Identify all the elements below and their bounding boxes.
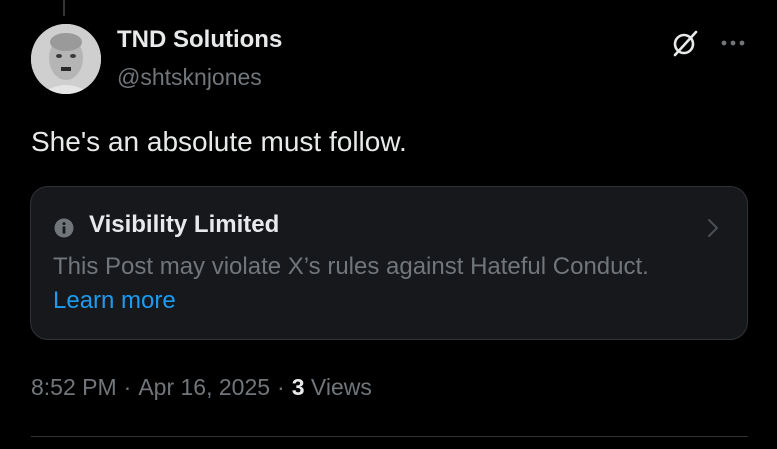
meta-separator: ·	[277, 374, 285, 400]
post-date[interactable]: Apr 16, 2025	[138, 374, 270, 400]
author-display-name[interactable]: TND Solutions	[117, 26, 282, 54]
thread-connector-line	[63, 0, 65, 16]
avatar-photo	[31, 24, 101, 94]
views-count: 3	[291, 374, 305, 400]
info-icon	[54, 218, 74, 238]
post-time[interactable]: 8:52 PM	[31, 374, 117, 400]
divider	[31, 436, 748, 437]
notice-title: Visibility Limited	[89, 211, 280, 238]
chevron-right-icon	[706, 217, 720, 239]
author-handle[interactable]: @shtsknjones	[117, 64, 262, 91]
meta-separator: ·	[123, 374, 132, 400]
avatar[interactable]	[31, 24, 101, 94]
more-icon[interactable]	[718, 30, 748, 56]
learn-more-link[interactable]: Learn more	[53, 287, 176, 315]
visibility-limited-notice[interactable]: Visibility Limited This Post may violate…	[30, 186, 748, 340]
post-text: She's an absolute must follow.	[31, 126, 407, 157]
notice-body: This Post may violate X’s rules against …	[53, 253, 649, 280]
post-metadata: 8:52 PM · Apr 16, 2025 · 3 Views	[31, 374, 372, 401]
grok-icon[interactable]	[670, 28, 700, 58]
views-label: Views	[310, 374, 372, 400]
